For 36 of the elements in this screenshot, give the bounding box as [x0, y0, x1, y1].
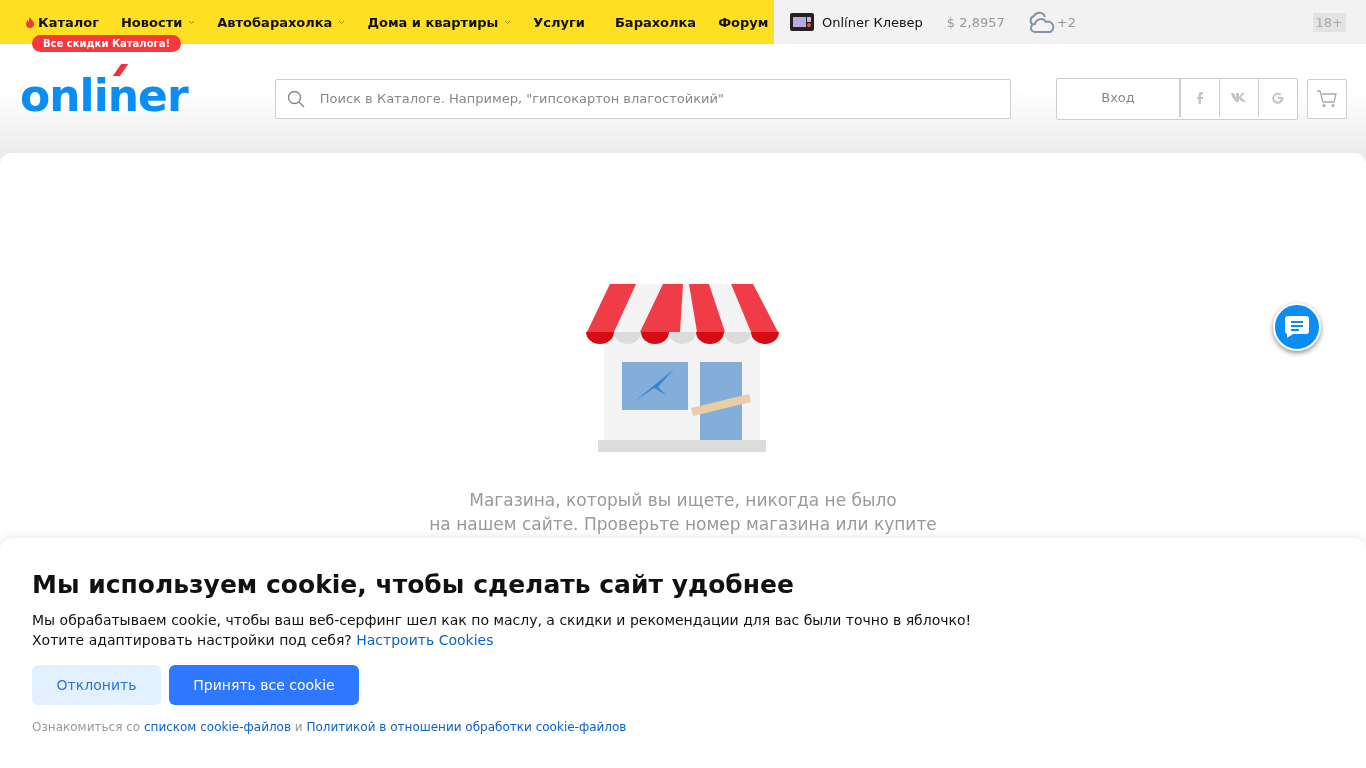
nav-link[interactable]: Автобарахолка: [217, 14, 346, 30]
cookie-text: Мы обрабатываем cookie, чтобы ваш веб-серфинг шел как по маслу, а скидки и рекомендации для вас были точно в яблочко!: [32, 611, 973, 630]
cart-button[interactable]: [1307, 78, 1347, 119]
cart-icon: [1317, 89, 1337, 108]
nav-link[interactable]: Услуги: [533, 14, 585, 30]
cookie-question: Хотите адаптировать настройки под себя?: [32, 632, 352, 648]
nav-link[interactable]: Барахолка: [614, 14, 697, 30]
search-field[interactable]: Поиск в Каталоге. Например, "гипсокартон влагостойкий": [274, 78, 1012, 119]
card-icon: [790, 13, 814, 31]
clever-link[interactable]: Onlíner Клевер: [822, 14, 923, 30]
nav-link[interactable]: Каталог: [26, 14, 99, 30]
facebook-icon: [1197, 91, 1204, 104]
not-found-message: на нашем сайте. Проверьте номер магазина или купите: [429, 513, 937, 536]
cookie-footer-text: и: [294, 720, 303, 734]
nav-link[interactable]: Форум: [718, 14, 769, 30]
cookie-footer-text: Ознакомиться со: [32, 720, 141, 734]
decline-button[interactable]: Отклонить: [32, 665, 161, 705]
promo-badge[interactable]: Все скидки Каталога!: [32, 35, 182, 52]
nav-link[interactable]: Новости: [120, 14, 196, 30]
age-rating-badge: 18+: [1312, 12, 1346, 32]
caret-icon: [188, 19, 196, 25]
vk-icon: [1231, 93, 1248, 102]
flame-icon: [26, 16, 34, 28]
chat-icon: [1284, 315, 1310, 339]
caret-icon: [338, 19, 346, 25]
cookie-policy-link[interactable]: Политикой в отношении обработки cookie-файлов: [306, 720, 627, 734]
cookie-settings-link[interactable]: Настроить Cookies: [356, 632, 494, 648]
caret-icon: [504, 19, 512, 25]
cookie-title: Мы используем cookie, чтобы сделать сайт удобнее: [32, 569, 795, 601]
logo[interactable]: onliner: [20, 65, 200, 118]
not-found-message: Магазина, который вы ищете, никогда не было: [468, 489, 898, 512]
chat-button[interactable]: [1273, 303, 1321, 351]
cookie-list-link[interactable]: списком cookie-файлов: [143, 720, 291, 734]
nav-link[interactable]: Дома и квартиры: [367, 14, 512, 30]
google-icon: [1272, 91, 1285, 104]
accept-button[interactable]: Принять все cookie: [169, 665, 359, 705]
